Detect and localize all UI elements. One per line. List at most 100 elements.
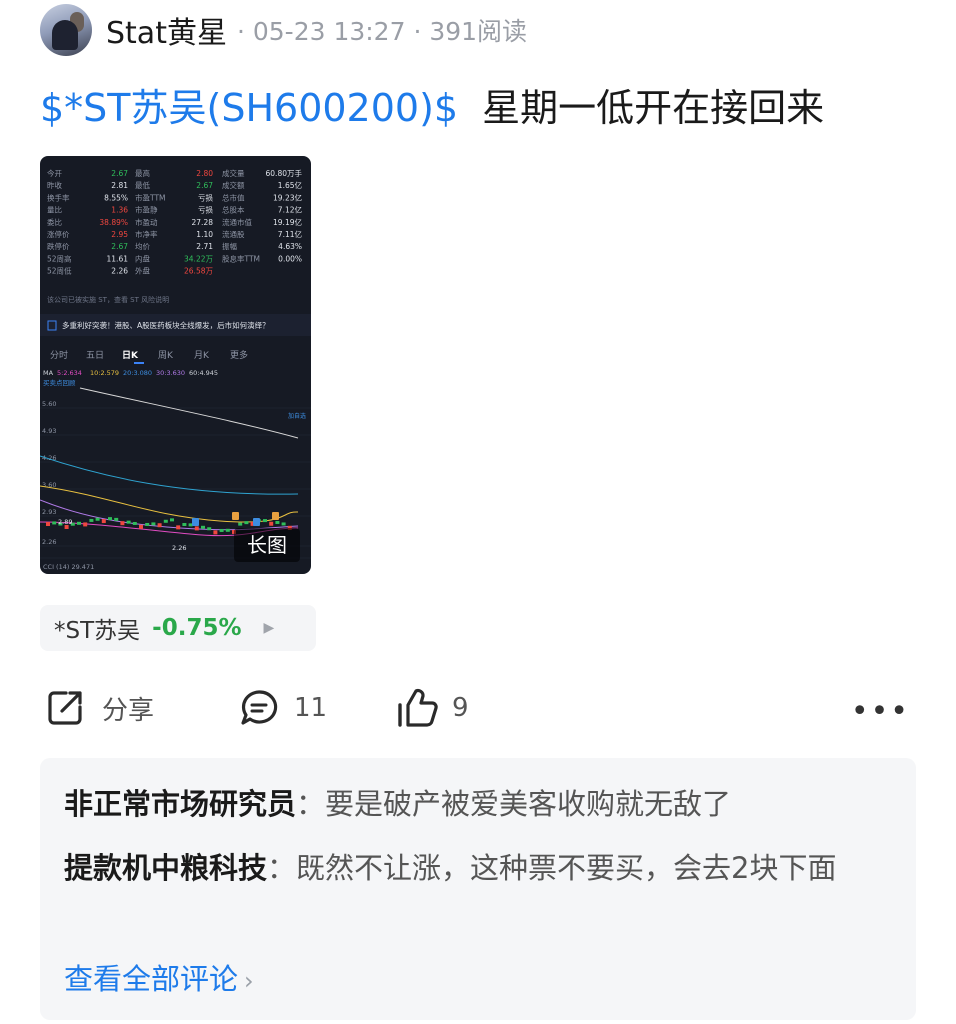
comment-text: ：要是破产被爱美客收购就无敌了 xyxy=(296,787,732,821)
price-tick: 2.26 xyxy=(42,538,56,546)
kline-chart: 今开 2.67 最高 2.80 成交量 60.80万手昨收 2.81 最低 2.67 成交额 1.6… xyxy=(40,168,311,571)
candle xyxy=(201,525,205,529)
quote-label: 均价 xyxy=(135,241,150,251)
like-count: 9 xyxy=(452,693,469,723)
ma60-line xyxy=(79,387,299,439)
post-text: 星期一低开在接回来 xyxy=(482,86,825,130)
quote-value: 亏损 xyxy=(198,192,213,202)
quote-label: 今开 xyxy=(47,168,62,178)
trade-marker xyxy=(253,518,260,526)
candle xyxy=(101,519,106,524)
low-price-label: 2.26 xyxy=(172,544,186,552)
quote-value: 26.58万 xyxy=(184,267,213,276)
quote-label: 振幅 xyxy=(222,241,237,251)
stock-pill[interactable]: *ST苏吴 -0.75% ▶ xyxy=(40,605,316,651)
price-tick: 2.93 xyxy=(42,508,56,516)
read-count: 391阅读 xyxy=(429,17,528,46)
post-title: $*ST苏吴(SH600200)$ 星期一低开在接回来 xyxy=(40,82,824,134)
candle xyxy=(269,521,274,526)
ma-legend: 5:2.634 xyxy=(57,369,82,377)
quote-value: 34.22万 xyxy=(184,254,213,263)
candle xyxy=(120,521,125,526)
quote-label: 市盈动 xyxy=(135,217,158,227)
candle xyxy=(170,518,174,522)
quote-label: 委比 xyxy=(47,217,62,227)
post-meta: · 05-23 13:27 · 391阅读 xyxy=(236,17,528,46)
candle xyxy=(182,523,187,526)
quote-label: 换手率 xyxy=(47,192,70,202)
comment-button[interactable]: 11 xyxy=(238,680,327,736)
quote-value: 2.71 xyxy=(196,242,213,251)
trade-marker xyxy=(272,512,279,520)
trade-marker xyxy=(232,512,239,520)
candle xyxy=(145,522,150,526)
quote-label: 成交额 xyxy=(222,180,245,190)
quote-label: 跌停价 xyxy=(47,241,70,251)
candle xyxy=(114,517,119,521)
quote-label: 最低 xyxy=(135,180,150,190)
quote-label: 总市值 xyxy=(222,192,245,202)
add-watchlist-label: 加自选 xyxy=(288,412,306,420)
candle xyxy=(194,526,199,531)
quote-value: 0.00% xyxy=(278,254,302,263)
share-icon xyxy=(44,687,86,729)
quote-label: 成交量 xyxy=(222,168,245,178)
quote-label: 流通股 xyxy=(222,229,245,239)
quote-value: 19.23亿 xyxy=(273,192,302,202)
tab-underline xyxy=(134,362,144,364)
quote-label: 市净率 xyxy=(135,229,158,239)
candle xyxy=(89,518,94,522)
quote-value: 2.67 xyxy=(111,242,128,251)
quote-label: 52周高 xyxy=(47,253,72,263)
candle xyxy=(281,522,286,526)
play-arrow-icon: ▶ xyxy=(263,620,275,636)
stock-tag-link[interactable]: $*ST苏吴(SH600200)$ xyxy=(40,86,458,130)
cci-label: CCI (14) 29.471 xyxy=(43,563,94,571)
trade-marker xyxy=(192,518,199,526)
view-all-label: 查看全部评论 xyxy=(64,962,239,996)
news-text: 多重利好突袭！港股、A股医药板块全线爆发，后市如何演绎？ xyxy=(62,320,270,330)
share-button[interactable]: 分享 xyxy=(44,680,154,736)
stock-change: -0.75% xyxy=(152,615,242,641)
candle xyxy=(95,517,100,521)
quote-value: 2.95 xyxy=(111,230,128,239)
quote-label: 昨收 xyxy=(47,180,62,190)
candle xyxy=(77,521,81,525)
comment-icon xyxy=(238,687,280,729)
quote-value: 7.12亿 xyxy=(278,205,303,215)
chevron-right-icon: › xyxy=(244,967,254,995)
candle xyxy=(176,525,181,530)
candle xyxy=(52,521,57,525)
more-options-icon[interactable]: ••• xyxy=(851,694,910,729)
comment-item[interactable]: 非正常市场研究员：要是破产被爱美客收购就无敌了 xyxy=(64,780,894,828)
chart-tab: 周K xyxy=(158,350,174,361)
quote-label: 股息率TTM xyxy=(222,253,260,263)
candle xyxy=(225,528,230,532)
comment-user[interactable]: 非正常市场研究员 xyxy=(64,787,296,821)
chart-tab: 五日 xyxy=(86,350,104,361)
author-name[interactable]: Stat黄星 xyxy=(106,8,227,52)
quote-value: 11.61 xyxy=(107,254,129,263)
avatar[interactable] xyxy=(40,4,92,56)
comment-item[interactable]: 提款机中粮科技：既然不让涨，这种票不要买，会去2块下面 xyxy=(64,844,894,892)
chart-tab: 日K xyxy=(122,350,139,361)
candle xyxy=(132,521,137,525)
quote-value: 2.67 xyxy=(196,181,213,190)
candle xyxy=(83,522,88,527)
quote-value: 2.80 xyxy=(196,169,213,178)
like-button[interactable]: 9 xyxy=(394,680,469,736)
quote-label: 总股本 xyxy=(222,205,245,215)
price-tick: 4.93 xyxy=(42,427,56,435)
candle xyxy=(275,520,280,524)
view-all-comments-link[interactable]: 查看全部评论 › xyxy=(64,956,254,998)
quote-value: 27.28 xyxy=(192,218,214,227)
quote-value: 2.26 xyxy=(111,267,128,276)
candle xyxy=(238,522,243,526)
chart-image[interactable]: 今开 2.67 最高 2.80 成交量 60.80万手 昨收 2.81 最低 2.67 成交额 1.6… xyxy=(40,156,311,574)
last-price-label: 2.89 xyxy=(58,518,72,526)
candle xyxy=(263,519,267,523)
buy-review-label: 买卖点回顾 xyxy=(43,379,76,387)
quote-value: 1.65亿 xyxy=(278,180,303,190)
comment-user[interactable]: 提款机中粮科技 xyxy=(64,851,267,885)
post-header: Stat黄星 · 05-23 13:27 · 391阅读 xyxy=(40,4,527,56)
